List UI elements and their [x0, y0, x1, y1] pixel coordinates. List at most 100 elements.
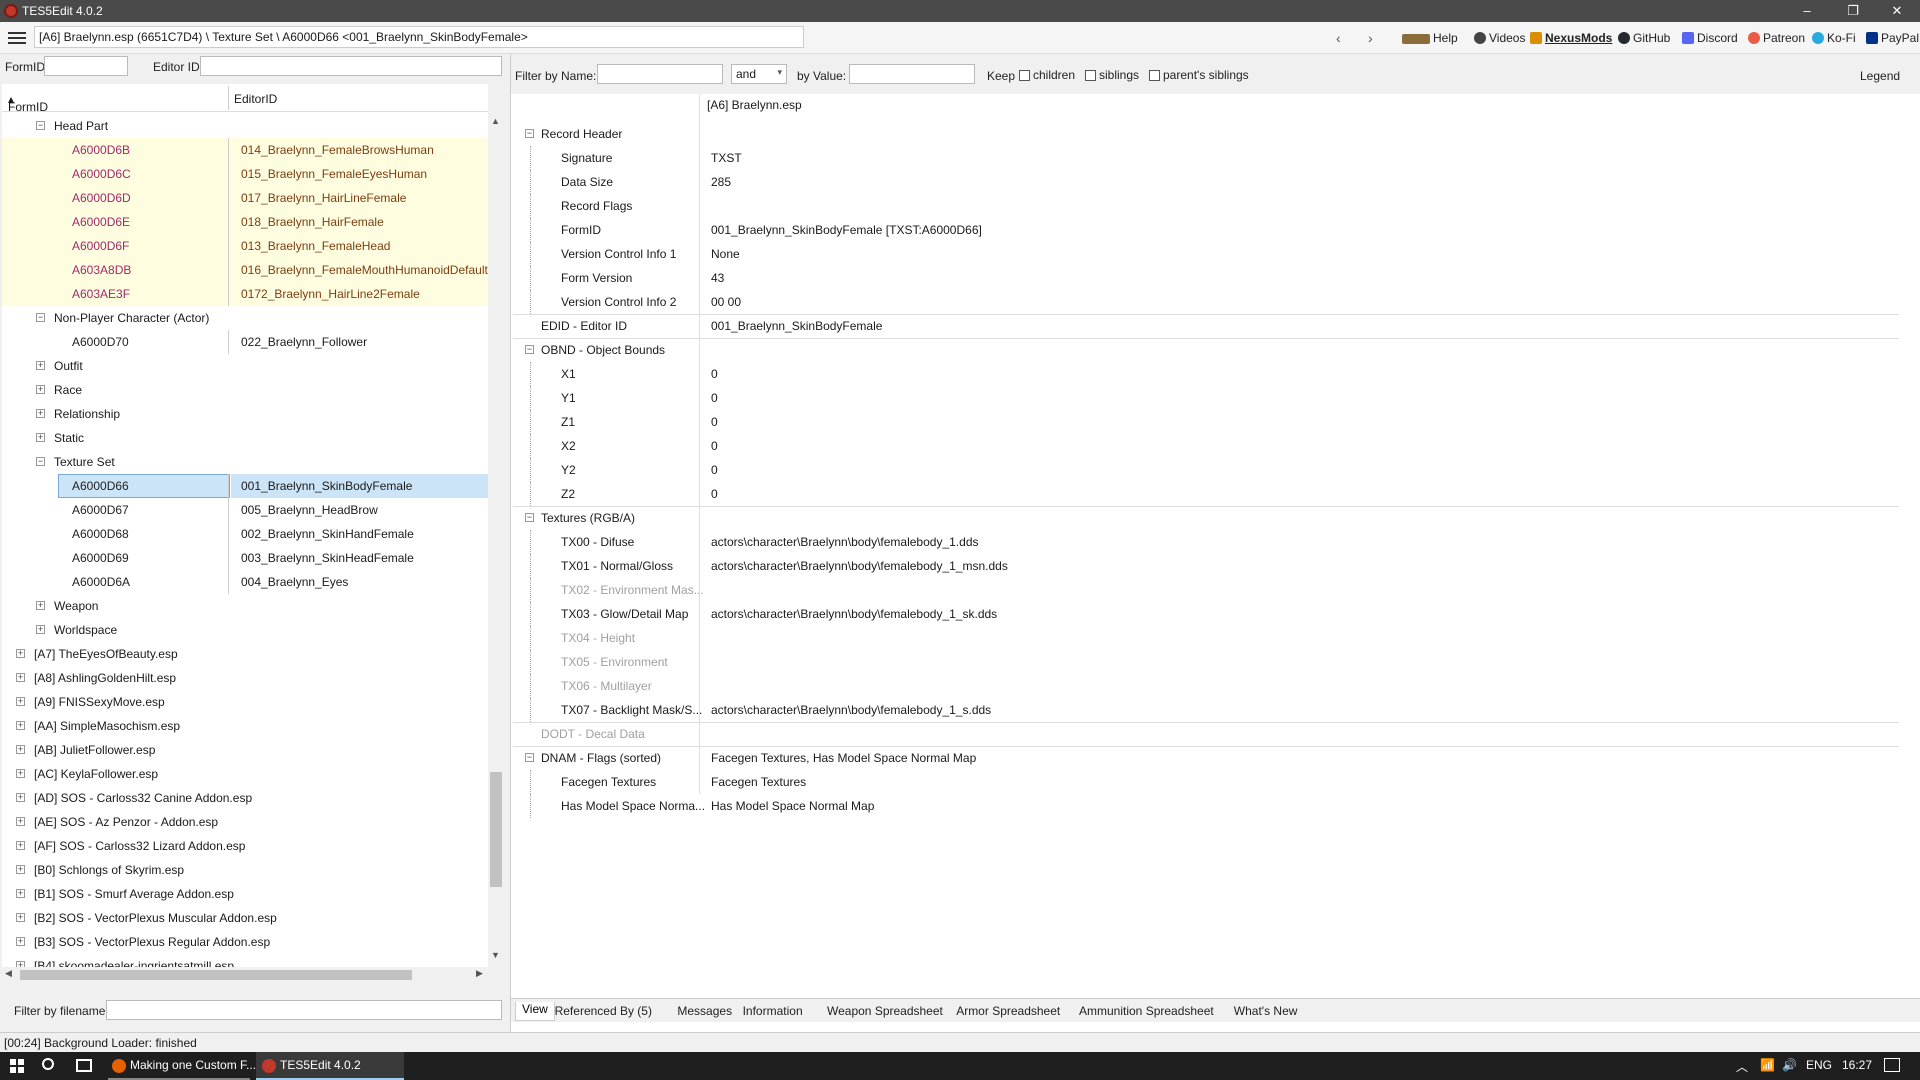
legend-button[interactable]: Legend	[1860, 69, 1900, 83]
expand-icon[interactable]: +	[36, 601, 45, 610]
tree-group-row[interactable]: + [A9] FNISSexyMove.esp	[2, 690, 488, 714]
collapse-icon[interactable]: −	[525, 345, 534, 354]
record-field-row[interactable]: Form Version 43	[513, 266, 1899, 290]
task-view-icon[interactable]	[76, 1059, 92, 1072]
tree-record-row[interactable]: A6000D6C 015_Braelynn_FemaleEyesHuman	[2, 162, 488, 186]
language-indicator[interactable]: ENG	[1806, 1058, 1832, 1072]
taskbar-item-tes5edit[interactable]: TES5Edit 4.0.2	[256, 1052, 404, 1080]
discord-link[interactable]: Discord	[1682, 31, 1738, 45]
tree-group-row[interactable]: − Texture Set	[2, 450, 488, 474]
record-field-row[interactable]: TX00 - Difuse actors\character\Braelynn\b…	[513, 530, 1899, 554]
record-field-row[interactable]: X2 0	[513, 434, 1899, 458]
record-field-row[interactable]: − OBND - Object Bounds	[513, 338, 1899, 362]
formid-input[interactable]	[44, 56, 128, 76]
field-value[interactable]: 001_Braelynn_SkinBodyFemale [TXST:A6000D…	[711, 218, 982, 242]
record-field-row[interactable]: Facegen Textures Facegen Textures	[513, 770, 1899, 794]
tab-messages[interactable]: Messages	[677, 1004, 732, 1018]
record-field-row[interactable]: − Textures (RGB/A)	[513, 506, 1899, 530]
record-grid[interactable]: [A6] Braelynn.esp − Record Header Signatur…	[513, 94, 1899, 1049]
record-field-row[interactable]: TX04 - Height	[513, 626, 1899, 650]
record-field-row[interactable]: Y1 0	[513, 386, 1899, 410]
record-field-row[interactable]: TX01 - Normal/Gloss actors\character\Brae…	[513, 554, 1899, 578]
close-button[interactable]: ✕	[1874, 0, 1920, 22]
record-field-row[interactable]: X1 0	[513, 362, 1899, 386]
tree-group-row[interactable]: + Outfit	[2, 354, 488, 378]
field-value[interactable]: 0	[711, 458, 718, 482]
tree-group-row[interactable]: + Race	[2, 378, 488, 402]
tree-horizontal-scrollbar[interactable]: ◀ ▶	[2, 967, 488, 983]
tree-record-row[interactable]: A6000D67 005_Braelynn_HeadBrow	[2, 498, 488, 522]
record-field-row[interactable]: − DNAM - Flags (sorted) Facegen Textures, …	[513, 746, 1899, 770]
tree-group-row[interactable]: + [B2] SOS - VectorPlexus Muscular Addon.…	[2, 906, 488, 930]
record-field-row[interactable]: Y2 0	[513, 458, 1899, 482]
expand-icon[interactable]: +	[16, 673, 25, 682]
field-value[interactable]: 0	[711, 386, 718, 410]
field-value[interactable]: TXST	[711, 146, 742, 170]
record-field-row[interactable]: EDID - Editor ID 001_Braelynn_SkinBodyFem…	[513, 314, 1899, 338]
kofi-link[interactable]: Ko-Fi	[1812, 31, 1856, 45]
network-icon[interactable]: 📶	[1760, 1058, 1775, 1072]
record-field-row[interactable]: Z1 0	[513, 410, 1899, 434]
tree-group-row[interactable]: + [A7] TheEyesOfBeauty.esp	[2, 642, 488, 666]
tab-weapon-spreadsheet[interactable]: Weapon Spreadsheet	[827, 1004, 943, 1018]
tree-record-row[interactable]: A6000D6A 004_Braelynn_Eyes	[2, 570, 488, 594]
record-field-row[interactable]: − Record Header	[513, 122, 1899, 146]
field-value[interactable]: actors\character\Braelynn\body\femalebod…	[711, 602, 997, 626]
tree-group-row[interactable]: + Weapon	[2, 594, 488, 618]
record-field-row[interactable]: Z2 0	[513, 482, 1899, 506]
expand-icon[interactable]: +	[16, 865, 25, 874]
expand-icon[interactable]: +	[16, 769, 25, 778]
menu-icon[interactable]	[8, 32, 26, 44]
collapse-icon[interactable]: −	[36, 457, 45, 466]
tree-group-row[interactable]: + [AB] JulietFollower.esp	[2, 738, 488, 762]
field-value[interactable]: Has Model Space Normal Map	[711, 794, 874, 818]
tree-group-row[interactable]: + Relationship	[2, 402, 488, 426]
expand-icon[interactable]: +	[36, 361, 45, 370]
collapse-icon[interactable]: −	[36, 313, 45, 322]
search-icon[interactable]	[42, 1058, 54, 1070]
record-field-row[interactable]: DODT - Decal Data	[513, 722, 1899, 746]
col-formid-header[interactable]: FormID ▴	[8, 92, 48, 114]
expand-icon[interactable]: +	[16, 937, 25, 946]
filter-filename-input[interactable]	[106, 1000, 502, 1020]
patreon-link[interactable]: Patreon	[1748, 31, 1805, 45]
field-value[interactable]: actors\character\Braelynn\body\femalebod…	[711, 530, 979, 554]
expand-icon[interactable]: +	[36, 385, 45, 394]
tree-record-row[interactable]: A6000D6E 018_Braelynn_HairFemale	[2, 210, 488, 234]
tree-group-row[interactable]: + Worldspace	[2, 618, 488, 642]
collapse-icon[interactable]: −	[525, 753, 534, 762]
tree-group-row[interactable]: − Non-Player Character (Actor)	[2, 306, 488, 330]
back-arrow-icon[interactable]: ‹	[1336, 30, 1341, 46]
record-field-row[interactable]: Has Model Space Norma... Has Model Space …	[513, 794, 1899, 818]
tab-what-s-new[interactable]: What's New	[1234, 1004, 1298, 1018]
tree-vertical-scrollbar[interactable]: ▲ ▼	[488, 112, 504, 967]
field-value[interactable]: actors\character\Braelynn\body\femalebod…	[711, 554, 1008, 578]
tray-chevron-up-icon[interactable]: ︿	[1736, 1058, 1748, 1075]
field-value[interactable]: Facegen Textures, Has Model Space Normal…	[711, 746, 976, 770]
expand-icon[interactable]: +	[16, 913, 25, 922]
tab-information[interactable]: Information	[743, 1004, 803, 1018]
field-value[interactable]: 0	[711, 362, 718, 386]
expand-icon[interactable]: +	[16, 817, 25, 826]
editorid-input[interactable]	[200, 56, 502, 76]
record-path-field[interactable]: [A6] Braelynn.esp (6651C7D4) \ Texture S…	[34, 26, 804, 48]
tree-group-row[interactable]: + [AD] SOS - Carloss32 Canine Addon.esp	[2, 786, 488, 810]
tree-record-row[interactable]: A603AE3F 0172_Braelynn_HairLine2Female	[2, 282, 488, 306]
github-link[interactable]: GitHub	[1618, 31, 1670, 45]
tree-group-row[interactable]: + [B4] skoomadealer-ingrientsatmill.esp	[2, 954, 488, 967]
record-field-row[interactable]: TX05 - Environment	[513, 650, 1899, 674]
tree-record-row[interactable]: A6000D68 002_Braelynn_SkinHandFemale	[2, 522, 488, 546]
keep-children-checkbox[interactable]: children	[1019, 68, 1075, 82]
tab-armor-spreadsheet[interactable]: Armor Spreadsheet	[956, 1004, 1060, 1018]
expand-icon[interactable]: +	[36, 433, 45, 442]
tree-group-row[interactable]: + [AF] SOS - Carloss32 Lizard Addon.esp	[2, 834, 488, 858]
collapse-icon[interactable]: −	[36, 121, 45, 130]
tree-group-row[interactable]: + [A8] AshlingGoldenHilt.esp	[2, 666, 488, 690]
expand-icon[interactable]: +	[16, 793, 25, 802]
tree-group-row[interactable]: + [AE] SOS - Az Penzor - Addon.esp	[2, 810, 488, 834]
field-value[interactable]: 0	[711, 434, 718, 458]
taskbar-item-browser[interactable]: Making one Custom F...	[108, 1052, 256, 1080]
paypal-link[interactable]: PayPal	[1866, 31, 1919, 45]
record-field-row[interactable]: Signature TXST	[513, 146, 1899, 170]
tree-record-row[interactable]: A6000D6F 013_Braelynn_FemaleHead	[2, 234, 488, 258]
